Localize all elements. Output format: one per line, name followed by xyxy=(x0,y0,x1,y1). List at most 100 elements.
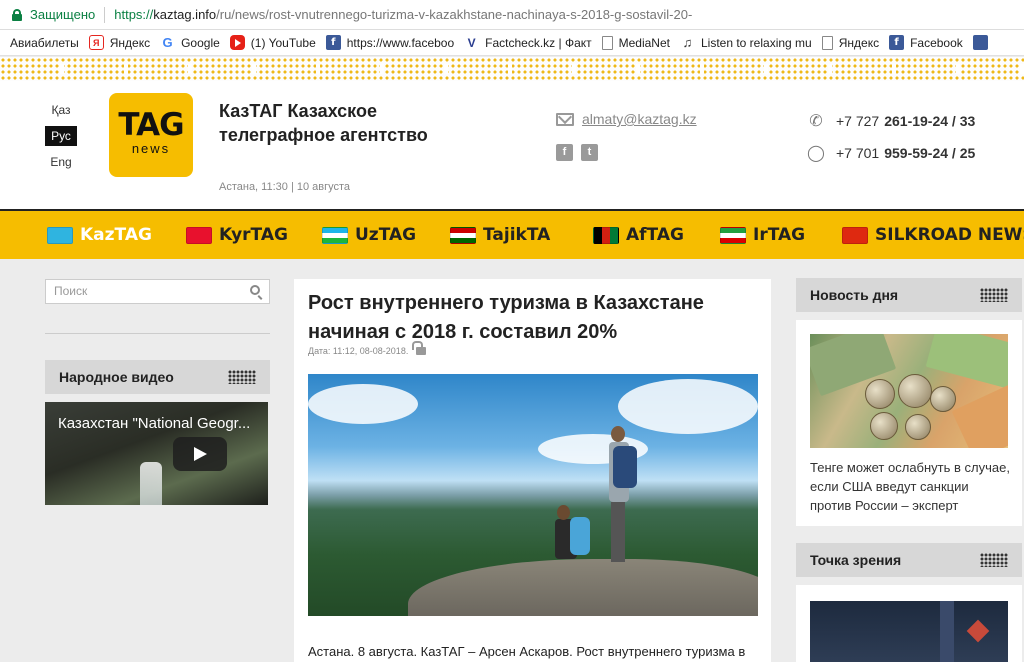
lang-eng[interactable]: Eng xyxy=(45,152,77,172)
header-dateline: Астана, 11:30 | 10 августа xyxy=(219,181,351,193)
bookmark-label: Factcheck.kz | Факт xyxy=(485,35,592,50)
video-heading-text: Народное видео xyxy=(59,369,174,385)
phone-1-prefix: +7 727 xyxy=(836,113,880,129)
article-photo[interactable] xyxy=(308,374,758,616)
china-flag-icon xyxy=(842,226,868,244)
url-host: kaztag.info xyxy=(153,7,217,22)
factcheck-icon: V xyxy=(464,35,480,50)
logo-text-news: news xyxy=(131,141,171,156)
email-link[interactable]: almaty@kaztag.kz xyxy=(582,111,697,127)
bookmark-yandex-2[interactable]: Яндекс xyxy=(821,35,879,50)
news-of-day-card[interactable]: Тенге может ослабнуть в случае, если США… xyxy=(796,320,1022,526)
bookmark-label: Facebook xyxy=(910,35,963,50)
phone-1-number: 261-19-24 / 33 xyxy=(884,113,976,129)
sidebar-divider xyxy=(45,333,270,334)
search-placeholder: Поиск xyxy=(54,284,88,298)
page-icon xyxy=(601,35,613,50)
nav-item-uztag[interactable]: UzTAG xyxy=(322,225,416,245)
news-caption[interactable]: Тенге может ослабнуть в случае, если США… xyxy=(810,458,1010,515)
music-icon: ♫ xyxy=(679,35,695,50)
article-card: Рост внутреннего туризма в Казахстане на… xyxy=(294,279,771,662)
point-of-view-card[interactable] xyxy=(796,585,1022,662)
hiker-sitting xyxy=(540,505,590,579)
bookmark-overflow[interactable] xyxy=(972,35,994,50)
nav-item-silkroad[interactable]: SILKROAD NEWS xyxy=(842,225,1024,245)
facebook-icon[interactable]: f xyxy=(556,144,573,161)
bookmark-factcheck[interactable]: V Factcheck.kz | Факт xyxy=(464,35,592,50)
bookmark-label: https://www.faceboo xyxy=(346,35,455,50)
bookmark-facebook-url[interactable]: f https://www.faceboo xyxy=(325,35,455,50)
money-image xyxy=(810,334,1008,448)
search-icon[interactable] xyxy=(250,285,260,295)
yandex-icon: Я xyxy=(88,35,104,50)
news-of-day-heading[interactable]: Новость дня xyxy=(796,278,1022,312)
waterfall-image xyxy=(140,462,162,505)
dots-grid-icon xyxy=(980,288,1008,302)
bookmark-label: Авиабилеты xyxy=(10,35,79,50)
play-icon[interactable] xyxy=(173,437,227,471)
video-thumbnail[interactable]: Казахстан "National Geogr... xyxy=(45,402,268,505)
lang-rus[interactable]: Рус xyxy=(45,126,77,146)
bookmark-label: (1) YouTube xyxy=(250,35,316,50)
site-logo[interactable]: TAG news xyxy=(109,93,193,177)
nav-label: SILKROAD NEWS xyxy=(875,225,1024,245)
bookmark-label: Listen to relaxing mu xyxy=(700,35,812,50)
bookmarks-bar: Авиабилеты Я Яндекс G Google (1) YouTube f… xyxy=(0,30,1024,56)
nav-item-kyrtag[interactable]: KyrTAG xyxy=(186,225,288,245)
news-heading-text: Новость дня xyxy=(810,287,899,303)
logo-text-tag: TAG xyxy=(118,107,184,143)
uzbekistan-flag-icon xyxy=(322,226,348,244)
bookmark-aviabilety[interactable]: Авиабилеты xyxy=(10,36,79,50)
cloud-shape xyxy=(308,384,418,424)
address-divider xyxy=(104,6,106,23)
url-protocol: https:// xyxy=(114,7,154,22)
point-of-view-heading[interactable]: Точка зрения xyxy=(796,543,1022,577)
bookmark-yandex[interactable]: Я Яндекс xyxy=(88,35,151,50)
social-links: f t xyxy=(556,144,598,161)
nav-label: KyrTAG xyxy=(219,225,288,245)
article-title[interactable]: Рост внутреннего туризма в Казахстане на… xyxy=(308,289,758,347)
site-header: Қаз Рус Eng TAG news КазТАГ Казахское те… xyxy=(0,81,1024,209)
kazakhstan-flag-icon xyxy=(47,226,73,244)
phone-2-number: 959-59-24 / 25 xyxy=(884,145,976,161)
language-switcher: Қаз Рус Eng xyxy=(45,100,77,178)
nav-label: KazTAG xyxy=(80,225,152,245)
bookmark-youtube[interactable]: (1) YouTube xyxy=(229,35,316,50)
nav-item-tajikta[interactable]: TajikTA xyxy=(450,225,550,245)
lock-icon xyxy=(12,8,22,21)
nav-item-aftag[interactable]: AfTAG xyxy=(593,225,684,245)
phone-1: ✆ +7 727 261-19-24 / 33 xyxy=(806,111,975,131)
kyrgyzstan-flag-icon xyxy=(186,226,212,244)
page-icon xyxy=(821,35,833,50)
iran-flag-icon xyxy=(720,226,746,244)
search-input[interactable]: Поиск xyxy=(45,279,270,304)
email-contact[interactable]: almaty@kaztag.kz xyxy=(556,111,697,127)
dots-grid-icon xyxy=(228,370,256,384)
bookmark-label: Google xyxy=(181,35,220,50)
twitter-icon[interactable]: t xyxy=(581,144,598,161)
video-title: Казахстан "National Geogr... xyxy=(58,415,251,432)
lang-kaz[interactable]: Қаз xyxy=(45,100,77,120)
nav-item-irtag[interactable]: IrTAG xyxy=(720,225,805,245)
address-bar[interactable]: Защищено https:// kaztag.info /ru/news/r… xyxy=(0,0,1024,30)
point-of-view-image xyxy=(810,601,1008,662)
facebook-icon: f xyxy=(325,35,341,50)
nav-label: AfTAG xyxy=(626,225,684,245)
bookmark-relaxing-music[interactable]: ♫ Listen to relaxing mu xyxy=(679,35,812,50)
facebook-icon: f xyxy=(889,35,905,50)
agency-nav: KazTAG KyrTAG UzTAG TajikTA AfTAG IrTAG … xyxy=(0,209,1024,259)
bookmark-label: Яндекс xyxy=(109,35,151,50)
whatsapp-icon: ◯ xyxy=(807,145,825,162)
nav-label: UzTAG xyxy=(355,225,417,245)
phone-2-prefix: +7 701 xyxy=(836,145,880,161)
bookmark-facebook[interactable]: f Facebook xyxy=(889,35,963,50)
video-block-heading[interactable]: Народное видео xyxy=(45,360,270,394)
secure-label: Защищено xyxy=(30,7,96,22)
bookmark-medianet[interactable]: MediaNet xyxy=(601,35,670,50)
google-icon: G xyxy=(160,35,176,50)
envelope-icon xyxy=(556,112,574,126)
nav-item-kaztag[interactable]: KazTAG xyxy=(47,225,152,245)
ornament-pattern-gaps xyxy=(0,64,1024,74)
nav-label: IrTAG xyxy=(753,225,806,245)
bookmark-google[interactable]: G Google xyxy=(160,35,220,50)
